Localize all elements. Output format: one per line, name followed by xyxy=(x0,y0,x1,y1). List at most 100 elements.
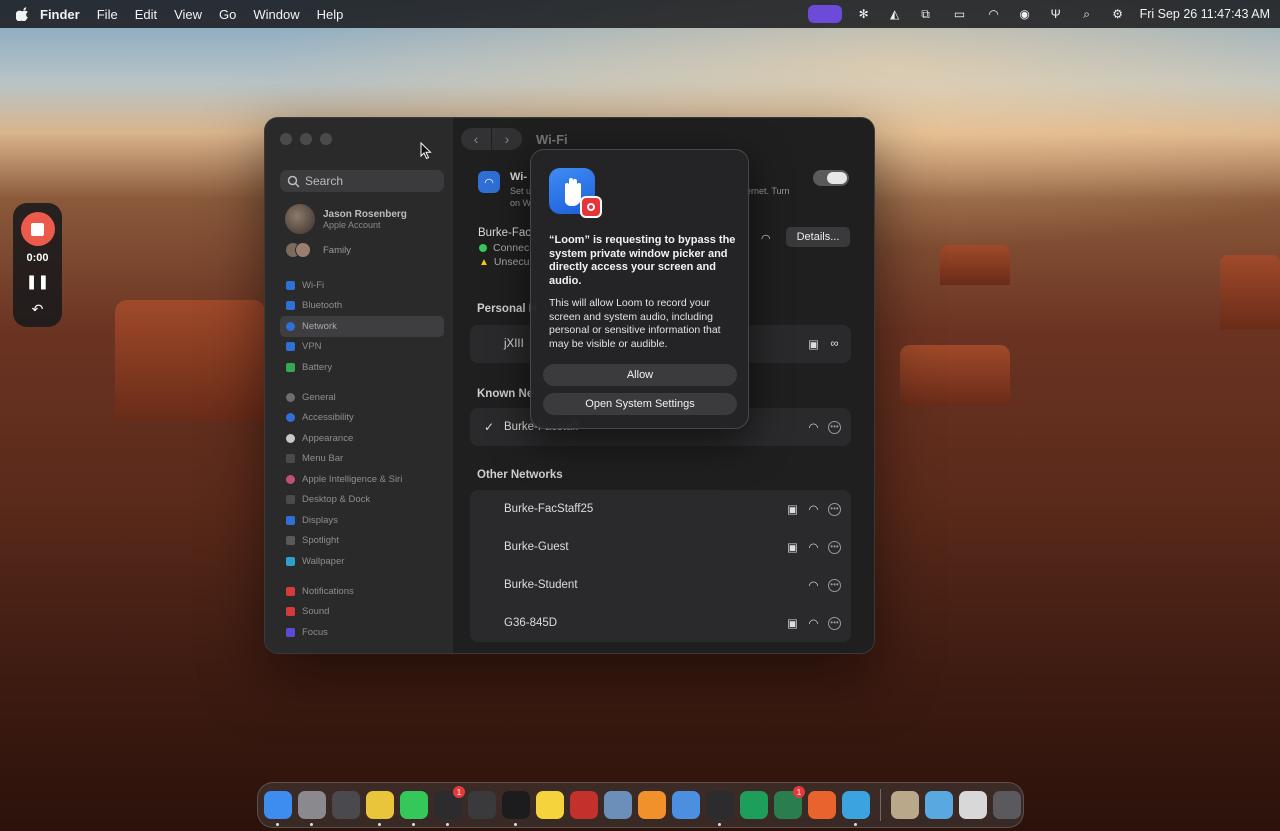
chrome-icon[interactable] xyxy=(366,791,394,826)
wifi-menu-icon[interactable]: ◠ xyxy=(985,6,1003,22)
sidebar-item-battery[interactable]: Battery xyxy=(280,357,444,378)
sidebar-item-accessibility[interactable]: Accessibility xyxy=(280,408,444,429)
menu-bar-icon xyxy=(286,454,295,464)
more-options-icon[interactable]: ••• xyxy=(828,616,841,630)
asterisk-app-icon[interactable]: ✻ xyxy=(855,6,873,22)
typora-icon[interactable] xyxy=(672,791,700,819)
minimize-window-button[interactable] xyxy=(300,133,312,145)
system-settings-icon[interactable] xyxy=(298,791,326,826)
notes-icon[interactable] xyxy=(536,791,564,819)
pause-button[interactable]: ❚❚ xyxy=(26,270,49,292)
finder-icon[interactable] xyxy=(264,791,292,826)
allow-button[interactable]: Allow xyxy=(543,364,737,386)
family-item[interactable]: Family xyxy=(285,242,351,258)
sublime-icon[interactable] xyxy=(638,791,666,819)
sidebar-item-appearance[interactable]: Appearance xyxy=(280,428,444,449)
reminders-icon[interactable]: 1 xyxy=(434,786,465,826)
forward-button[interactable]: › xyxy=(492,128,522,150)
bbedit-icon[interactable]: 1 xyxy=(774,786,805,819)
running-indicator xyxy=(378,823,381,826)
list-item[interactable]: G36-845D ▣ ◠ ••• xyxy=(470,604,851,642)
checkmark-icon: ✓ xyxy=(484,420,495,434)
loom-permission-dialog: “Loom” is requesting to bypass the syste… xyxy=(530,149,749,429)
gear-icon[interactable] xyxy=(706,791,734,826)
sidebar-item-vpn[interactable]: VPN xyxy=(280,337,444,358)
menu-clock[interactable]: Fri Sep 26 11:47:43 AM xyxy=(1140,7,1270,21)
sidebar-group-general: General Accessibility Appearance Menu Ba… xyxy=(280,387,444,572)
more-options-icon[interactable]: ••• xyxy=(828,502,841,516)
terminal-icon[interactable] xyxy=(502,791,530,826)
menu-edit[interactable]: Edit xyxy=(135,7,157,22)
sidebar-item-sound[interactable]: Sound xyxy=(280,602,444,623)
spotlight-search-icon[interactable]: ⌕ xyxy=(1078,6,1096,22)
wifi-toggle[interactable] xyxy=(813,170,849,186)
sidebar-item-desktop-dock[interactable]: Desktop & Dock xyxy=(280,490,444,511)
restart-button[interactable]: ↶ xyxy=(27,298,49,320)
sidebar-search-input[interactable]: Search xyxy=(280,170,444,192)
trash-icon[interactable] xyxy=(993,791,1021,819)
sidebar-item-label: Menu Bar xyxy=(302,453,344,465)
sidebar-item-bluetooth[interactable]: Bluetooth xyxy=(280,296,444,317)
sidebar-item-general[interactable]: General xyxy=(280,387,444,408)
sidebar-item-menu-bar[interactable]: Menu Bar xyxy=(280,449,444,470)
menu-file[interactable]: File xyxy=(97,7,118,22)
apple-menu-icon[interactable] xyxy=(16,7,30,21)
sidebar-item-network[interactable]: Network xyxy=(280,316,444,337)
drive-icon[interactable] xyxy=(959,791,987,819)
other-networks-header: Other Networks xyxy=(477,469,563,481)
stop-recording-button[interactable] xyxy=(20,212,55,246)
list-item[interactable]: Burke-Guest ▣ ◠ ••• xyxy=(470,528,851,566)
arrow-app-icon[interactable] xyxy=(808,791,836,819)
list-item[interactable]: Burke-Student ◠ ••• xyxy=(470,566,851,604)
windows-icon[interactable]: ⧉ xyxy=(917,6,935,22)
sidebar-item-notifications[interactable]: Notifications xyxy=(280,581,444,602)
back-button[interactable]: ‹ xyxy=(461,128,491,150)
stack-icon[interactable] xyxy=(891,791,919,819)
sidebar-item-wifi[interactable]: Wi-Fi xyxy=(280,275,444,296)
sidebar-item-displays[interactable]: Displays xyxy=(280,510,444,531)
more-options-icon[interactable]: ••• xyxy=(828,578,841,592)
running-indicator xyxy=(446,823,449,826)
close-window-button[interactable] xyxy=(280,133,292,145)
sidebar-item-wallpaper[interactable]: Wallpaper xyxy=(280,551,444,572)
menu-help[interactable]: Help xyxy=(317,7,344,22)
wifi-label: Wi- xyxy=(510,171,528,183)
screenshot-icon[interactable] xyxy=(468,791,496,819)
sidebar-item-spotlight[interactable]: Spotlight xyxy=(280,531,444,552)
sidebar-item-label: Apple Intelligence & Siri xyxy=(302,473,403,485)
account-subtitle: Apple Account xyxy=(323,219,381,230)
undo-icon: ↶ xyxy=(31,300,44,317)
messages-icon[interactable] xyxy=(400,791,428,826)
open-system-settings-button[interactable]: Open System Settings xyxy=(543,393,737,415)
chevron-left-icon: ‹ xyxy=(473,131,479,147)
folder-icon[interactable] xyxy=(925,791,953,819)
menu-view[interactable]: View xyxy=(174,7,202,22)
menu-window[interactable]: Window xyxy=(253,7,299,22)
sidebar-item-label: Spotlight xyxy=(302,535,339,547)
user-icon[interactable]: ◉ xyxy=(1016,6,1034,22)
a-app-icon[interactable]: ◭ xyxy=(886,6,904,22)
launchpad-icon[interactable] xyxy=(332,791,360,819)
more-options-icon[interactable]: ••• xyxy=(828,540,841,554)
warning-icon: ▲ xyxy=(479,256,489,268)
menu-app-name[interactable]: Finder xyxy=(40,7,80,22)
filezilla-icon[interactable] xyxy=(570,791,598,819)
sidebar: Search Jason Rosenberg Apple Account Fam… xyxy=(265,118,453,653)
quicktime-icon[interactable] xyxy=(842,791,870,826)
sidebar-item-focus[interactable]: Focus xyxy=(280,622,444,643)
apple-account[interactable]: Jason Rosenberg Apple Account xyxy=(285,204,407,234)
list-item[interactable]: Burke-FacStaff25 ▣ ◠ ••• xyxy=(470,490,851,528)
details-button[interactable]: Details... xyxy=(786,227,850,247)
battery-icon[interactable]: ▭ xyxy=(948,6,972,22)
menu-go[interactable]: Go xyxy=(219,7,236,22)
gear-icon xyxy=(286,392,295,402)
zoom-window-button[interactable] xyxy=(320,133,332,145)
screen-recording-indicator[interactable] xyxy=(807,5,842,23)
more-options-icon[interactable]: ••• xyxy=(828,420,841,434)
sidebar-item-label: Appearance xyxy=(302,432,354,444)
weather-icon[interactable] xyxy=(604,791,632,819)
tuning-fork-icon[interactable]: Ψ xyxy=(1047,6,1065,22)
sidebar-item-apple-intelligence[interactable]: Apple Intelligence & Siri xyxy=(280,469,444,490)
control-center-icon[interactable]: ⚙ xyxy=(1109,6,1127,22)
pycharm-icon[interactable] xyxy=(740,791,768,819)
